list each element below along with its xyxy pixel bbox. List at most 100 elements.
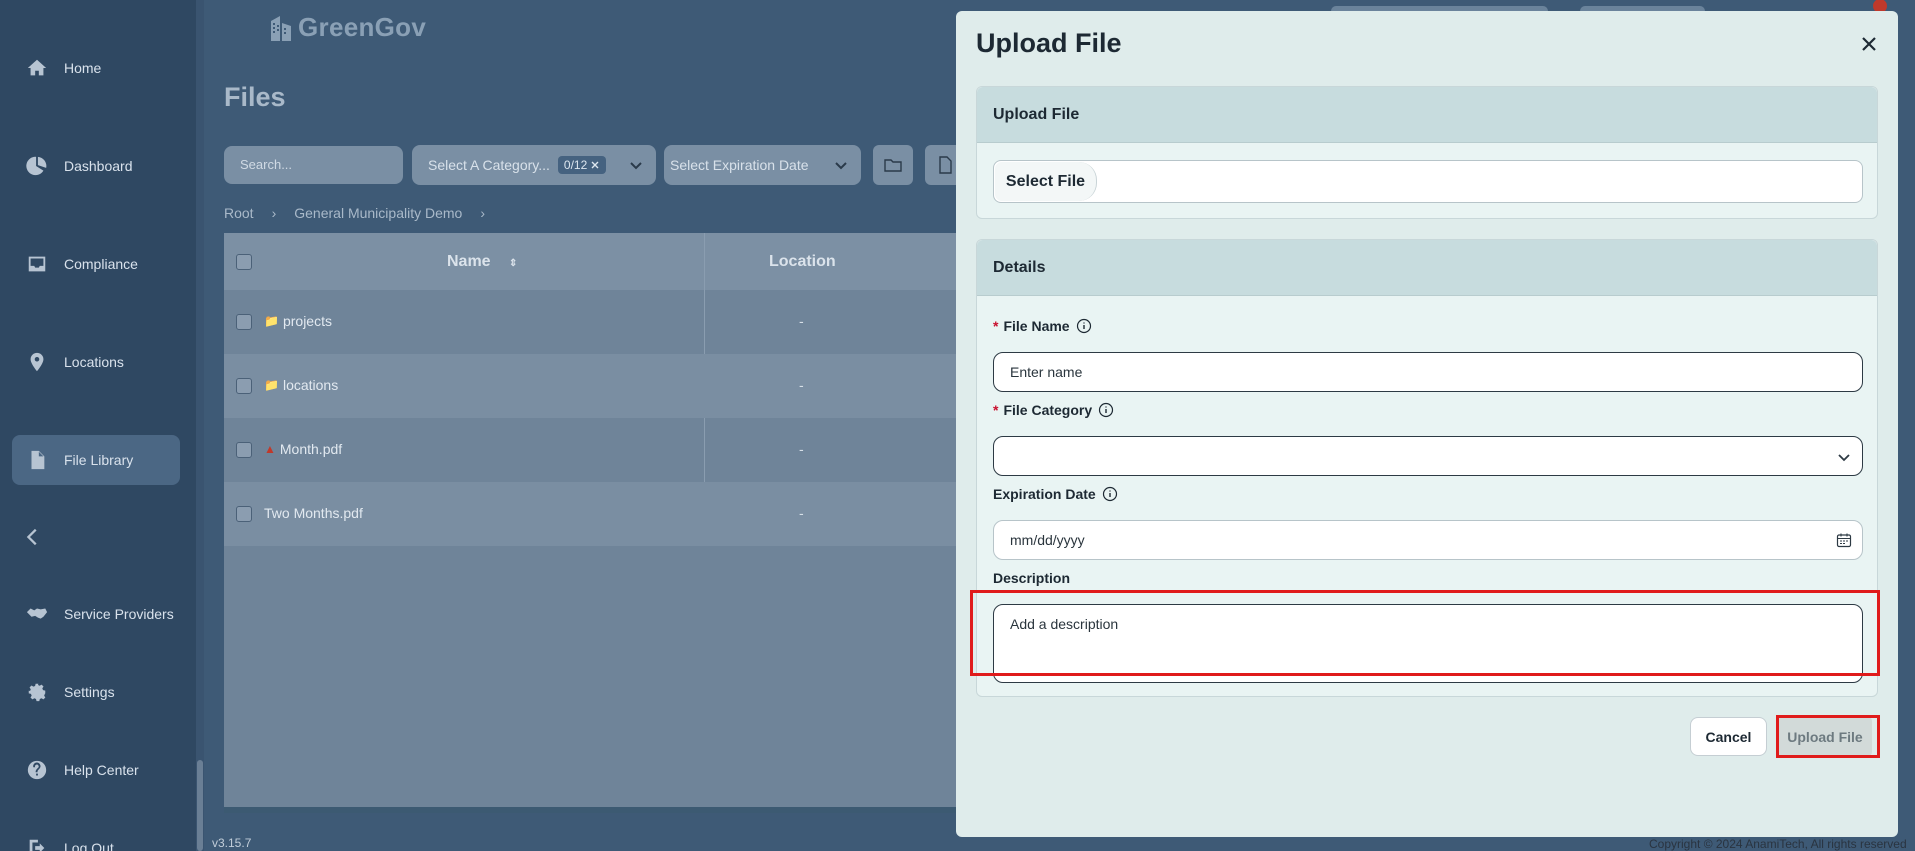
sort-icon[interactable]: ⇕ — [509, 258, 517, 269]
upload-section: Upload File Select File — [976, 86, 1878, 219]
info-icon[interactable] — [1102, 486, 1118, 502]
sidebar-item-settings[interactable]: Settings — [12, 667, 180, 717]
file-icon — [26, 449, 48, 471]
file-name[interactable]: ▲ Month.pdf — [264, 441, 342, 457]
sidebar-item-label: Help Center — [64, 762, 139, 778]
file-name[interactable]: Two Months.pdf — [264, 505, 363, 521]
category-select[interactable]: Select A Category... 0/12 — [412, 145, 656, 185]
row-checkbox[interactable] — [236, 506, 252, 522]
sidebar-item-locations[interactable]: Locations — [12, 337, 180, 387]
sidebar-item-home[interactable]: Home — [12, 43, 180, 93]
breadcrumb-item[interactable]: General Municipality Demo — [294, 205, 462, 221]
sidebar-item-label: Compliance — [64, 256, 138, 272]
sidebar-scrollbar[interactable] — [196, 0, 204, 851]
sidebar-item-label: Home — [64, 60, 102, 76]
handshake-icon — [26, 603, 48, 625]
select-file-button[interactable]: Select File — [995, 162, 1097, 201]
scrollbar-thumb[interactable] — [197, 760, 203, 851]
upload-section-heading: Upload File — [977, 87, 1877, 143]
sidebar-item-service-providers[interactable]: Service Providers — [12, 589, 180, 639]
expiration-date-select[interactable]: Select Expiration Date — [664, 145, 861, 185]
row-checkbox[interactable] — [236, 442, 252, 458]
table-row[interactable]: 📁 projects - — [224, 290, 964, 354]
upload-file-modal: Upload File Upload File Select File Deta… — [956, 11, 1898, 837]
new-folder-button[interactable] — [873, 145, 913, 185]
search-input[interactable]: Search... — [224, 146, 403, 184]
row-checkbox[interactable] — [236, 314, 252, 330]
sidebar-item-label: File Library — [64, 452, 134, 468]
column-header-name[interactable]: Name ⇕ — [447, 253, 517, 271]
file-category-select[interactable] — [993, 436, 1863, 476]
page-title: Files — [224, 82, 286, 112]
gear-icon — [26, 681, 48, 703]
home-icon — [26, 57, 48, 79]
breadcrumb: Root › General Municipality Demo › — [224, 205, 503, 221]
label-text: File Category — [1003, 402, 1093, 418]
table-row[interactable]: Two Months.pdf - — [224, 482, 964, 546]
folder-icon: 📁 — [264, 378, 279, 392]
column-label: Name — [447, 253, 491, 270]
sidebar: Home Dashboard Compliance Locations File… — [0, 0, 196, 851]
sidebar-item-dashboard[interactable]: Dashboard — [12, 141, 180, 191]
info-icon[interactable] — [1098, 402, 1114, 418]
sidebar-item-file-library[interactable]: File Library — [12, 435, 180, 485]
close-icon[interactable] — [590, 160, 600, 170]
chevron-right-icon: › — [271, 205, 277, 221]
brand-logo: GreenGov — [268, 12, 426, 43]
file-input[interactable]: Select File — [993, 160, 1863, 203]
description-label: Description — [993, 570, 1071, 586]
building-icon — [271, 15, 291, 41]
info-icon[interactable] — [1076, 318, 1092, 334]
required-marker: * — [993, 318, 999, 334]
details-section-heading: Details — [977, 240, 1877, 296]
sidebar-item-help-center[interactable]: Help Center — [12, 745, 180, 795]
close-modal-button[interactable] — [1856, 31, 1882, 57]
logout-icon — [26, 837, 48, 851]
table-row[interactable]: 📁 locations - — [224, 354, 964, 418]
category-select-placeholder: Select A Category... — [428, 157, 550, 173]
category-count: 0/12 — [563, 158, 588, 172]
expiration-select-placeholder: Select Expiration Date — [670, 157, 809, 173]
file-name-input[interactable]: Enter name — [993, 352, 1863, 392]
copyright-text: Copyright © 2024 AnamiTech, All rights r… — [1649, 837, 1907, 851]
modal-title: Upload File — [976, 28, 1122, 58]
warning-icon: ▲ — [264, 442, 276, 456]
category-count-badge: 0/12 — [557, 156, 607, 174]
sidebar-item-compliance[interactable]: Compliance — [12, 239, 180, 289]
label-text: File Name — [1003, 318, 1070, 334]
sidebar-item-log-out[interactable]: Log Out — [12, 823, 180, 851]
column-header-location[interactable]: Location — [769, 253, 836, 271]
chevron-down-icon — [1838, 454, 1850, 462]
folder-icon — [884, 159, 902, 172]
inbox-icon — [26, 253, 48, 275]
chevron-left-icon[interactable] — [22, 526, 44, 548]
table-row[interactable]: ▲ Month.pdf - — [224, 418, 964, 482]
file-location: - — [799, 377, 804, 393]
sidebar-item-label: Dashboard — [64, 158, 133, 174]
file-name[interactable]: 📁 projects — [264, 313, 332, 329]
pie-chart-icon — [26, 155, 48, 177]
help-icon — [26, 759, 48, 781]
cancel-button[interactable]: Cancel — [1690, 717, 1767, 756]
expiration-date-input[interactable]: mm/dd/yyyy — [993, 520, 1863, 560]
file-category-label: * File Category — [993, 402, 1114, 418]
file-location: - — [799, 505, 804, 521]
date-placeholder: mm/dd/yyyy — [1010, 532, 1085, 548]
file-name-text: Two Months.pdf — [264, 505, 363, 521]
file-name-text: locations — [282, 377, 339, 393]
upload-button-highlight-box — [1776, 715, 1880, 758]
table-header: Name ⇕ Location — [224, 233, 964, 290]
chevron-down-icon — [630, 162, 642, 170]
select-all-checkbox[interactable] — [236, 254, 252, 270]
calendar-icon[interactable] — [1836, 532, 1852, 548]
sidebar-item-label: Service Providers — [64, 606, 174, 622]
row-checkbox[interactable] — [236, 378, 252, 394]
file-name[interactable]: 📁 locations — [264, 377, 338, 393]
brand-name: GreenGov — [298, 12, 427, 42]
table-scrollbar[interactable] — [224, 807, 964, 813]
required-marker: * — [993, 402, 999, 418]
breadcrumb-item[interactable]: Root — [224, 205, 254, 221]
description-highlight-box — [970, 590, 1880, 676]
label-text: Expiration Date — [993, 486, 1096, 502]
app-version: v3.15.7 — [212, 836, 252, 850]
